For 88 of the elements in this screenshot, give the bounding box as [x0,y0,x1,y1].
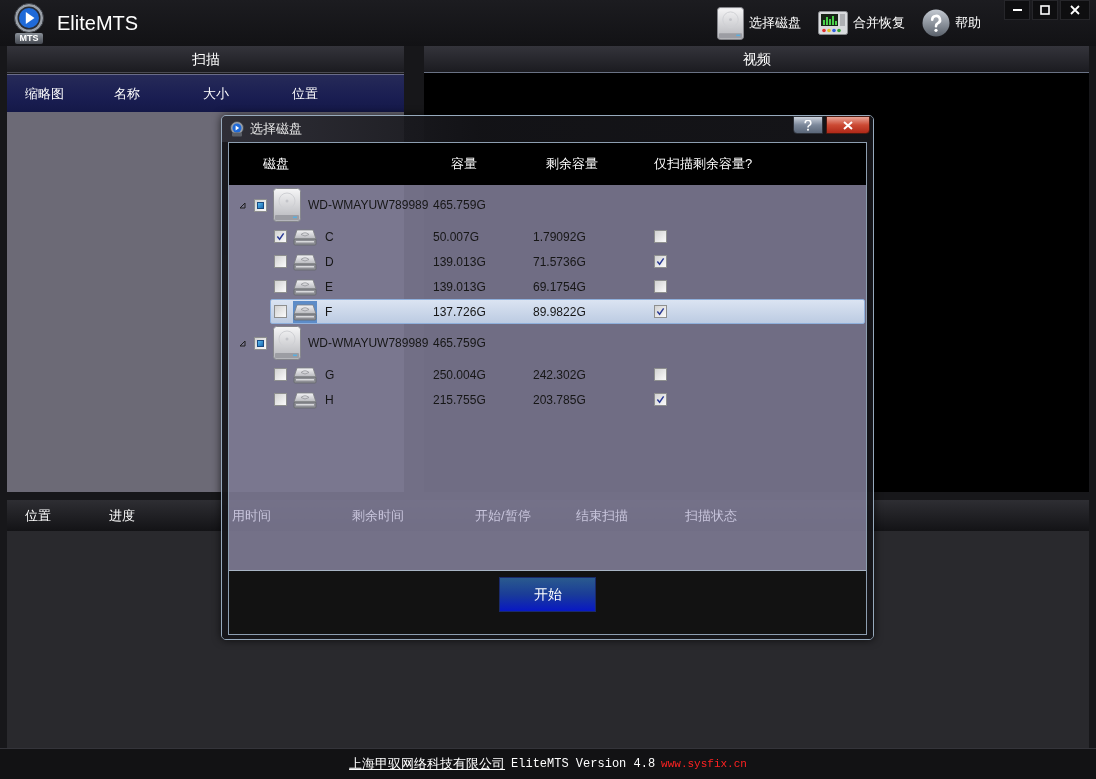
close-icon [843,120,853,130]
partition-row[interactable]: E 139.013G 69.1754G [270,274,865,299]
partition-capacity: 50.007G [433,229,480,244]
partition-free-space: 203.785G [533,392,586,407]
partition-free-space: 242.302G [533,367,586,382]
column-header: 结束扫描 [576,507,628,523]
checkbox[interactable] [274,305,287,318]
column-header: 剩余容量 [546,156,598,172]
version-text: EliteMTS Version 4.8 [511,756,656,773]
partition-capacity: 215.755G [433,392,486,407]
checkbox[interactable] [274,280,287,293]
minimize-icon [1012,9,1022,11]
start-button[interactable]: 开始 [499,577,596,612]
partition-free-space: 1.79092G [533,229,586,244]
partition-capacity: 250.004G [433,367,486,382]
close-button[interactable] [826,116,870,134]
checkbox[interactable] [654,368,667,381]
disk-name: WD-WMAYUW789989 [308,198,429,212]
checkbox[interactable] [654,230,667,243]
partition-letter: G [325,367,335,382]
column-header: 位置 [25,507,51,523]
column-header: 用时间 [232,507,271,523]
hard-drive-icon [273,188,301,222]
column-header: 位置 [292,85,318,101]
close-button[interactable] [1060,0,1090,20]
maximize-button[interactable] [1032,0,1058,20]
partition-capacity: 139.013G [433,279,486,294]
toolbar-button[interactable]: 帮助 [922,9,981,37]
tree-expander-icon[interactable] [239,339,246,347]
partition-letter: D [325,254,334,269]
column-header: 名称 [114,85,140,101]
close-icon [1070,5,1080,15]
column-header: 容量 [451,156,477,172]
disk-capacity: 465.759G [433,335,486,352]
partition-capacity: 139.013G [433,254,486,269]
help-icon [922,9,950,37]
minimize-button[interactable] [1004,0,1030,20]
maximize-icon [1040,5,1050,15]
partition-row[interactable]: H 215.755G 203.785G [270,387,865,412]
partition-free-space: 71.5736G [533,254,586,269]
disk-capacity: 465.759G [433,197,486,214]
checkbox[interactable] [254,336,267,350]
hard-drive-icon [273,326,301,360]
partition-letter: E [325,279,333,294]
help-button[interactable] [793,116,823,134]
partition-row[interactable]: G 250.004G 242.302G [270,362,865,387]
column-header: 开始/暂停 [475,507,531,523]
partition-row[interactable]: F 137.726G 89.9822G [270,299,865,324]
panel-title: 扫描 [191,49,220,69]
drive-icon [293,300,317,323]
disk-name: WD-WMAYUW789989 [308,336,429,350]
partition-letter: H [325,392,334,407]
checkbox[interactable] [274,255,287,268]
website-link[interactable]: www.sysfix.cn [661,755,747,773]
checkbox[interactable] [274,230,287,243]
checkbox[interactable] [254,198,267,212]
toolbar-button[interactable]: 选择磁盘 [717,6,801,40]
checkbox[interactable] [654,393,667,406]
partition-letter: F [325,304,333,319]
column-header: 大小 [203,85,229,101]
app-title: EliteMTS [57,11,139,36]
column-header: 缩略图 [25,85,64,101]
partition-free-space: 69.1754G [533,279,586,294]
tree-expander-icon[interactable] [239,201,246,209]
hard-drive-icon [717,6,744,40]
panel-title: 视频 [742,49,771,69]
dialog-title: 选择磁盘 [250,119,302,138]
checkbox[interactable] [654,280,667,293]
partition-capacity: 137.726G [433,304,486,319]
partition-row[interactable]: C 50.007G 1.79092G [270,224,865,249]
help-icon [804,119,812,131]
column-header: 剩余时间 [352,507,404,523]
checkbox[interactable] [274,393,287,406]
partition-letter: C [325,229,334,244]
column-header: 扫描状态 [685,507,737,523]
column-header: 磁盘 [263,156,289,172]
partition-row[interactable]: D 139.013G 71.5736G [270,249,865,274]
partition-free-space: 89.9822G [533,304,586,319]
checkbox[interactable] [274,368,287,381]
checkbox[interactable] [654,255,667,268]
monitor-chart-icon [818,11,848,35]
company-link[interactable]: 上海甲驭网络科技有限公司 [349,754,506,774]
toolbar-button[interactable]: 合并恢复 [818,11,905,35]
logo-text: MTS [15,32,43,44]
checkbox[interactable] [654,305,667,318]
column-header: 仅扫描剩余容量? [654,156,753,172]
app-logo-icon [229,120,245,137]
column-header: 进度 [109,507,135,523]
